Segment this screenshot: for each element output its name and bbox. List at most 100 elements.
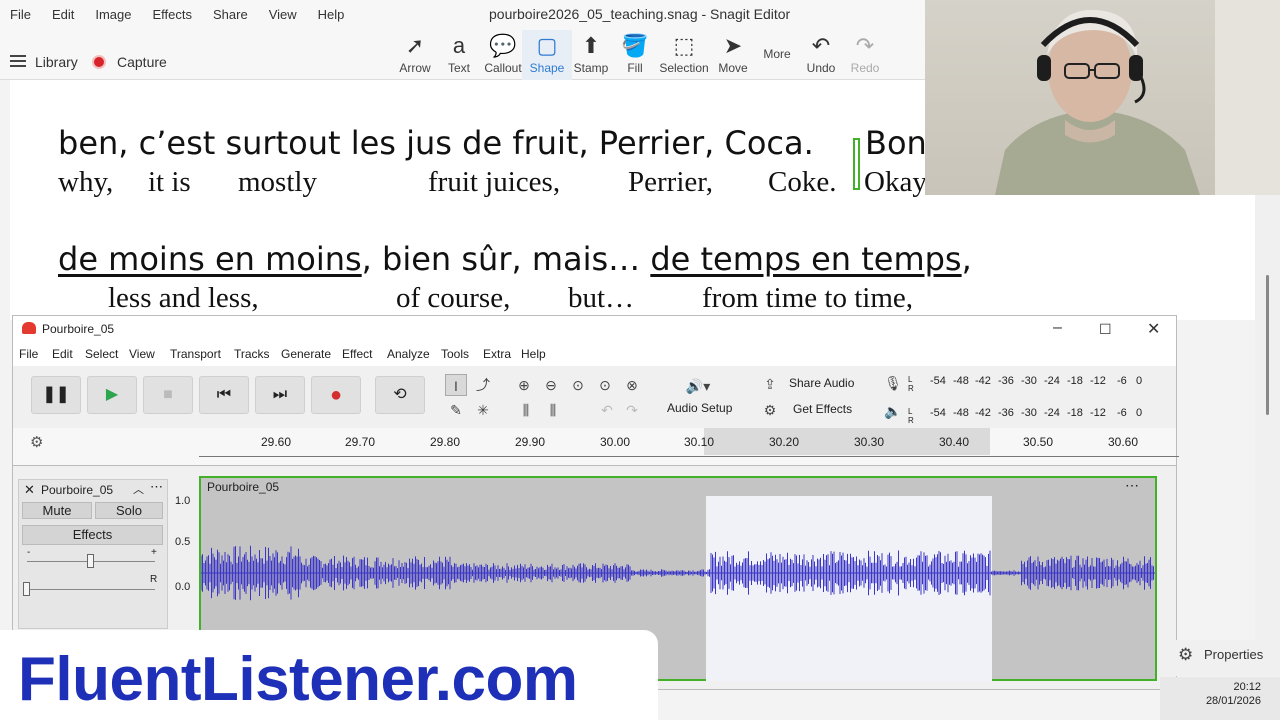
tool-more[interactable]: More [752,46,802,61]
gear-icon[interactable]: ⚙ [1178,645,1193,665]
audacity-logo-icon [22,322,36,334]
selection-tool[interactable]: I [445,374,467,396]
undo-button[interactable]: ↶ Undo [796,32,846,75]
ruler-tick: 30.40 [939,435,970,449]
tool-move[interactable]: ➤ Move [708,32,758,75]
record-meter[interactable]: LR -54 -48 -42 -36 -30 -24 -18 -12 -6 0 [908,372,1148,393]
aud-menu-file[interactable]: File [19,347,38,361]
maximize-icon[interactable]: ☐ [1099,321,1112,338]
aud-menu-tracks[interactable]: Tracks [234,347,270,361]
menu-effects[interactable]: Effects [153,7,193,22]
zoom-toggle-button[interactable]: ⊗ [621,374,643,396]
menu-view[interactable]: View [269,7,297,22]
tool-fill[interactable]: 🪣 Fill [610,32,660,75]
redo-button[interactable]: ↷ Redo [840,32,890,75]
zoom-toggle-icon: ⊗ [626,377,638,393]
stamp-icon: ⬆ [581,33,601,58]
ruler-tick: 29.70 [345,435,376,449]
skip-end-button[interactable]: ⏭ [255,376,305,414]
tool-text[interactable]: a Text [434,32,484,75]
window-title: pourboire2026_05_teaching.snag - Snagit … [489,6,791,22]
menu-help[interactable]: Help [318,7,345,22]
skip-end-icon: ⏭ [272,386,288,403]
gain-slider-thumb[interactable] [87,554,94,568]
tool-stamp[interactable]: ⬆ Stamp [566,32,616,75]
webcam-feed [925,0,1280,195]
trim-button[interactable]: ⫼ [515,399,537,421]
solo-button[interactable]: Solo [95,502,163,519]
snagit-menubar: File Edit Image Effects Share View Help … [0,0,925,28]
share-audio-button[interactable]: Share Audio [789,376,854,390]
fit-project-button[interactable]: ⊙ [594,374,616,396]
zoom-out-button[interactable]: ⊖ [540,374,562,396]
capture-icon[interactable] [92,55,106,69]
aud-menu-tools[interactable]: Tools [441,347,469,361]
effects-button[interactable]: Effects [22,525,163,545]
system-clock[interactable]: 20:12 28/01/2026 [1160,677,1280,720]
get-effects-button[interactable]: Get Effects [793,402,852,416]
close-track-icon[interactable]: ✕ [24,482,35,498]
envelope-tool[interactable]: ⤴ [472,374,494,396]
timeline-ruler[interactable]: ⚙ 29.60 29.70 29.80 29.90 30.00 30.10 30… [13,428,1179,466]
pan-slider[interactable] [27,589,155,590]
get-effects-icon: ⚙ [763,402,777,418]
gain-plus-label: + [151,547,157,558]
draw-tool[interactable]: ✎ [445,399,467,421]
fit-selection-button[interactable]: ⊙ [567,374,589,396]
tool-selection[interactable]: ⬚ Selection [654,32,714,75]
play-icon: ▶ [105,386,119,403]
properties-button[interactable]: Properties [1204,647,1263,662]
skip-start-button[interactable]: ⏮ [199,376,249,414]
aud-menu-transport[interactable]: Transport [170,347,221,361]
tool-shape[interactable]: ▢ Shape [522,30,572,80]
menu-share[interactable]: Share [213,7,248,22]
aud-menu-analyze[interactable]: Analyze [387,347,430,361]
aud-menu-extra[interactable]: Extra [483,347,511,361]
close-icon[interactable]: ✕ [1147,319,1160,339]
speaker-icon: 🔈 [884,403,902,419]
french-line-2: de moins en moins, bien sûr, mais… de te… [58,240,972,278]
pause-button[interactable]: ❚❚ [31,376,81,414]
menu-file[interactable]: File [10,7,31,22]
track-menu-icon[interactable]: ⋯ [150,479,163,495]
aud-menu-edit[interactable]: Edit [52,347,73,361]
tool-arrow[interactable]: ➚ Arrow [390,32,440,75]
tool-callout[interactable]: 💬 Callout [478,32,528,75]
aud-menu-select[interactable]: Select [85,347,118,361]
timeline-options-gear-icon[interactable]: ⚙ [30,433,43,451]
aud-menu-generate[interactable]: Generate [281,347,331,361]
track-name[interactable]: Pourboire_05 [41,483,113,497]
scrollbar-thumb[interactable] [1266,275,1269,415]
brand-text: FluentListener.com [18,645,578,714]
zoom-in-button[interactable]: ⊕ [513,374,535,396]
ruler-tick: 30.30 [854,435,885,449]
menu-edit[interactable]: Edit [52,7,74,22]
french-line-1: ben, c’est surtout les jus de fruit, Per… [58,124,814,162]
record-button[interactable]: ● [311,376,361,414]
aud-undo-button[interactable]: ↶ [596,399,618,421]
mute-button[interactable]: Mute [22,502,92,519]
stop-button[interactable]: ■ [143,376,193,414]
minimize-icon[interactable]: – [1053,319,1062,337]
hamburger-icon[interactable] [10,55,26,67]
audio-setup-button[interactable]: Audio Setup [667,401,732,415]
zoom-out-icon: ⊖ [545,377,557,393]
aud-menu-view[interactable]: View [129,347,155,361]
playback-meter[interactable]: LR -54 -48 -42 -36 -30 -24 -18 -12 -6 0 [908,404,1148,425]
pan-slider-thumb[interactable] [23,582,30,596]
menu-image[interactable]: Image [95,7,131,22]
play-button[interactable]: ▶ [87,376,137,414]
aud-menu-help[interactable]: Help [521,347,546,361]
capture-button[interactable]: Capture [117,54,167,70]
audacity-titlebar: Pourboire_05 – ☐ ✕ [13,316,1176,344]
aud-menu-effect[interactable]: Effect [342,347,372,361]
collapse-track-icon[interactable]: ︿ [133,481,144,497]
loop-button[interactable]: ⟲ [375,376,425,414]
silence-button[interactable]: ⫼ [542,399,564,421]
zoom-sel-icon: ⊙ [572,377,584,393]
aud-redo-button[interactable]: ↷ [621,399,643,421]
library-button[interactable]: Library [35,54,78,70]
properties-panel: ⚙ Properties [1172,640,1280,676]
multi-tool[interactable]: ✳ [472,399,494,421]
envelope-icon: ⤴ [476,377,490,393]
